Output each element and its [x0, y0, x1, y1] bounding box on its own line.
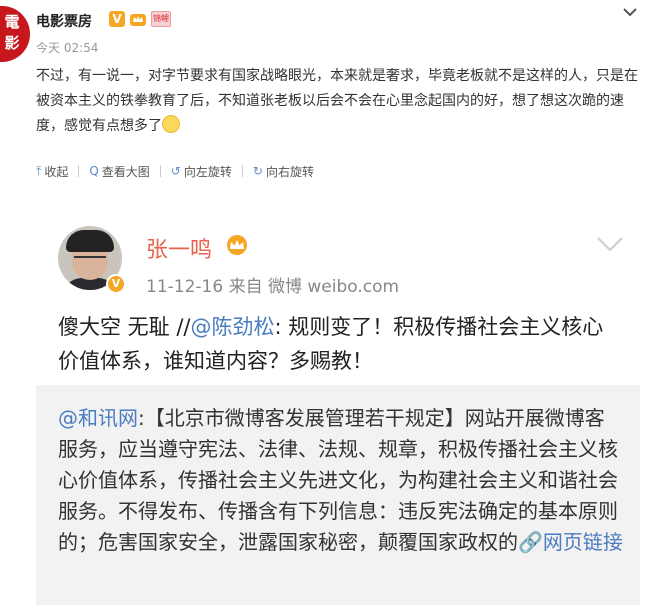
crown-icon	[227, 235, 247, 255]
verified-icon: V	[106, 274, 126, 294]
search-icon: Q	[89, 164, 99, 178]
view-large-button[interactable]: Q 查看大图	[89, 163, 149, 180]
post-text-body: 不过，有一说一，对字节要求有国家战略眼光，本来就是奢求，毕竟老板就不是这样的人，…	[36, 68, 638, 134]
divider	[159, 165, 161, 177]
embedded-screenshot[interactable]: V 张一鸣 11-12-16 来自 微博 weibo.com 傻大空 无耻 //…	[36, 200, 640, 605]
embedded-post: V 张一鸣 11-12-16 来自 微博 weibo.com 傻大空 无耻 //…	[36, 200, 640, 385]
collapse-icon: ⤒	[36, 163, 42, 178]
link-icon: 🔗	[518, 530, 543, 554]
collapse-button[interactable]: ⤒ 收起	[36, 163, 68, 180]
post-text: 不过，有一说一，对字节要求有国家战略眼光，本来就是奢求，毕竟老板就不是这样的人，…	[36, 64, 640, 139]
view-large-label: 查看大图	[101, 164, 150, 179]
weibo-post-card: 電影 电影票房 V 锦鲤 今天 02:54 不过，有一说一，对字节要求有国家战略…	[0, 0, 650, 605]
rotate-right-icon: ↻	[252, 164, 263, 178]
chevron-down-icon	[597, 237, 623, 252]
collapse-label: 收起	[44, 164, 69, 179]
embedded-post-text: 傻大空 无耻 //@陈劲松: 规则变了！积极传播社会主义核心价值体系，谁知道内容…	[58, 310, 624, 378]
member-badge: 锦鲤	[151, 11, 171, 27]
verified-icon: V	[109, 11, 125, 27]
divider	[78, 165, 80, 177]
rotate-left-icon: ↺	[170, 164, 181, 178]
embedded-text-prefix: 傻大空 无耻 //	[58, 315, 191, 339]
image-action-bar: ⤒ 收起 Q 查看大图 ↺ 向左旋转 ↻ 向右旋转	[36, 160, 314, 182]
divider	[241, 165, 243, 177]
embedded-meta: 11-12-16 来自 微博 weibo.com	[146, 277, 400, 297]
rotate-right-button[interactable]: ↻ 向右旋转	[253, 163, 314, 180]
author-avatar[interactable]: 電影	[0, 6, 30, 62]
avatar-seal-logo: 電影	[4, 13, 20, 52]
chevron-down-icon[interactable]	[622, 6, 638, 18]
web-link: 网页链接	[542, 530, 623, 554]
repost-mention-link: @和讯网	[58, 406, 138, 430]
reposted-content: @和讯网:【北京市微博客发展管理若干规定】网站开展微博客服务，应当遵守宪法、法律…	[58, 403, 624, 558]
rotate-left-label: 向左旋转	[183, 164, 232, 179]
rotate-left-button[interactable]: ↺ 向左旋转	[171, 163, 232, 180]
rotate-right-label: 向右旋转	[265, 164, 314, 179]
post-time[interactable]: 今天 02:54	[36, 39, 98, 56]
author-name[interactable]: 电影票房	[36, 11, 92, 31]
embedded-author-name: 张一鸣	[146, 238, 213, 263]
thinking-emoji-icon	[162, 115, 180, 133]
mention-link: @陈劲松	[190, 315, 275, 339]
crown-icon	[130, 14, 146, 26]
